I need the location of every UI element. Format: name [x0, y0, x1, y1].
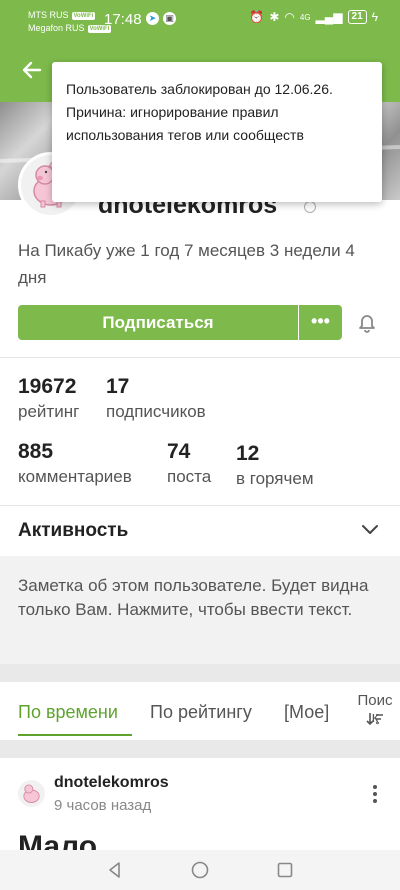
hot-value[interactable]: 12	[236, 442, 259, 466]
notification-icons: ➤ ▣	[146, 12, 176, 25]
home-nav-icon[interactable]	[190, 860, 210, 880]
activity-toggle[interactable]: Активность	[18, 520, 128, 542]
comments-label[interactable]: комментариев	[18, 467, 132, 487]
tab-by-rating[interactable]: По рейтингу	[150, 702, 252, 723]
tab-by-time[interactable]: По времени	[18, 702, 118, 723]
divider	[0, 505, 400, 506]
battery-icon: 21	[347, 10, 367, 24]
telegram-icon: ➤	[146, 12, 159, 25]
signal-icon: ▂▄▆	[315, 10, 343, 24]
recents-nav-icon[interactable]	[275, 860, 295, 880]
ban-reason: Причина: игнорирование правил использова…	[66, 104, 304, 143]
back-nav-icon[interactable]	[105, 860, 125, 880]
posts-value[interactable]: 74	[167, 440, 190, 464]
sort-tabs: По времени По рейтингу [Мое] Поис к	[0, 682, 400, 740]
tab-search-line1: Поис	[357, 692, 393, 709]
subscribers-value[interactable]: 17	[106, 375, 129, 399]
bluetooth-icon: ✱	[269, 10, 280, 24]
user-note-field[interactable]: Заметка об этом пользователе. Будет видн…	[0, 556, 400, 664]
chevron-down-icon[interactable]	[361, 523, 379, 537]
more-vertical-icon[interactable]	[372, 784, 378, 804]
bell-icon[interactable]	[356, 311, 378, 333]
back-arrow-icon[interactable]	[20, 58, 44, 82]
rating-value: 19672	[18, 375, 77, 398]
hot-label[interactable]: в горячем	[236, 469, 314, 489]
carrier-info: MTS RUS VoWiFi Megafon RUS VoWiFi	[28, 9, 112, 35]
ban-tooltip: Пользователь заблокирован до 12.06.26. П…	[52, 62, 382, 202]
rating-label: рейтинг	[18, 402, 80, 421]
comments-value[interactable]: 885	[18, 440, 53, 464]
active-tab-indicator	[18, 734, 132, 736]
post-title[interactable]: Мало	[18, 830, 97, 850]
clock: 17:48	[104, 11, 142, 28]
carrier-2: Megafon RUS	[28, 23, 85, 33]
post-card[interactable]: dnotelekomros 9 часов назад Мало	[0, 758, 400, 850]
divider	[0, 357, 400, 358]
post-author-avatar[interactable]	[18, 780, 45, 807]
pig-avatar-icon	[23, 784, 40, 803]
tab-mine[interactable]: [Мое]	[284, 702, 329, 723]
section-gap	[0, 664, 400, 682]
post-time: 9 часов назад	[54, 797, 152, 814]
posts-label[interactable]: поста	[167, 467, 211, 487]
member-since: На Пикабу уже 1 год 7 месяцев 3 недели 4…	[18, 241, 355, 287]
sort-icon	[366, 713, 383, 726]
system-nav-bar	[0, 850, 400, 890]
status-bar: MTS RUS VoWiFi Megafon RUS VoWiFi 17:48 ➤ …	[0, 0, 400, 40]
network-type: 4G	[299, 12, 311, 22]
app-notification-icon: ▣	[163, 12, 176, 25]
subscribers-label[interactable]: подписчиков	[106, 402, 206, 422]
ban-message: Пользователь заблокирован до 12.06.26.	[66, 81, 333, 97]
post-author[interactable]: dnotelekomros	[54, 774, 169, 792]
wifi-icon: ◠	[284, 10, 295, 24]
volte-badge: VoWiFi	[71, 11, 96, 20]
subscribe-button[interactable]: Подписаться	[18, 305, 298, 340]
carrier-1: MTS RUS	[28, 10, 69, 20]
more-button[interactable]: •••	[299, 305, 342, 340]
system-icons: ⏰ ✱ ◠ 4G ▂▄▆ 21 ϟ	[249, 10, 378, 24]
section-gap	[0, 740, 400, 758]
alarm-icon: ⏰	[249, 10, 265, 24]
verified-badge-icon	[304, 201, 316, 213]
charging-icon: ϟ	[371, 10, 378, 24]
